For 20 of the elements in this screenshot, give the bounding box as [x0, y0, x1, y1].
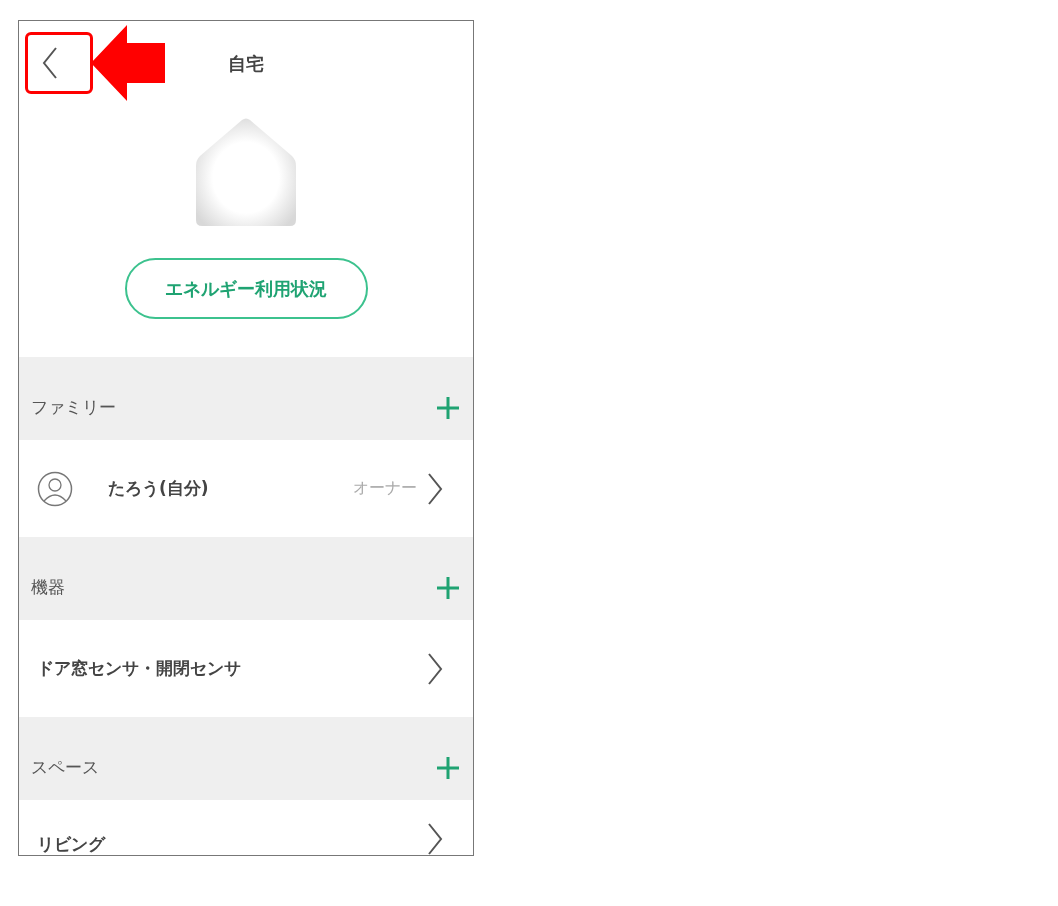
- section-title: ファミリー: [31, 396, 116, 419]
- back-icon: [42, 47, 58, 79]
- back-button[interactable]: [25, 32, 93, 94]
- add-icon[interactable]: [437, 576, 459, 599]
- add-icon[interactable]: [437, 396, 459, 419]
- chevron-right-icon: [427, 822, 443, 855]
- item-label: ドア窓センサ・開閉センサ: [37, 657, 242, 680]
- chevron-right-icon: [427, 651, 443, 686]
- avatar-icon: [37, 470, 73, 507]
- list-row[interactable]: ドア窓センサ・開閉センサ: [19, 620, 473, 717]
- section-title: スペース: [31, 756, 99, 779]
- chevron-right-icon: [427, 471, 443, 506]
- item-label: たろう(自分): [107, 477, 210, 500]
- item-label: リビング: [37, 833, 107, 855]
- screen-title: 自宅: [228, 51, 264, 76]
- add-icon[interactable]: [437, 756, 459, 779]
- role-label: オーナー: [353, 478, 417, 499]
- list-row[interactable]: リビング: [19, 800, 473, 855]
- list-row[interactable]: たろう(自分) オーナー: [19, 440, 473, 537]
- section-title: 機器: [31, 576, 65, 599]
